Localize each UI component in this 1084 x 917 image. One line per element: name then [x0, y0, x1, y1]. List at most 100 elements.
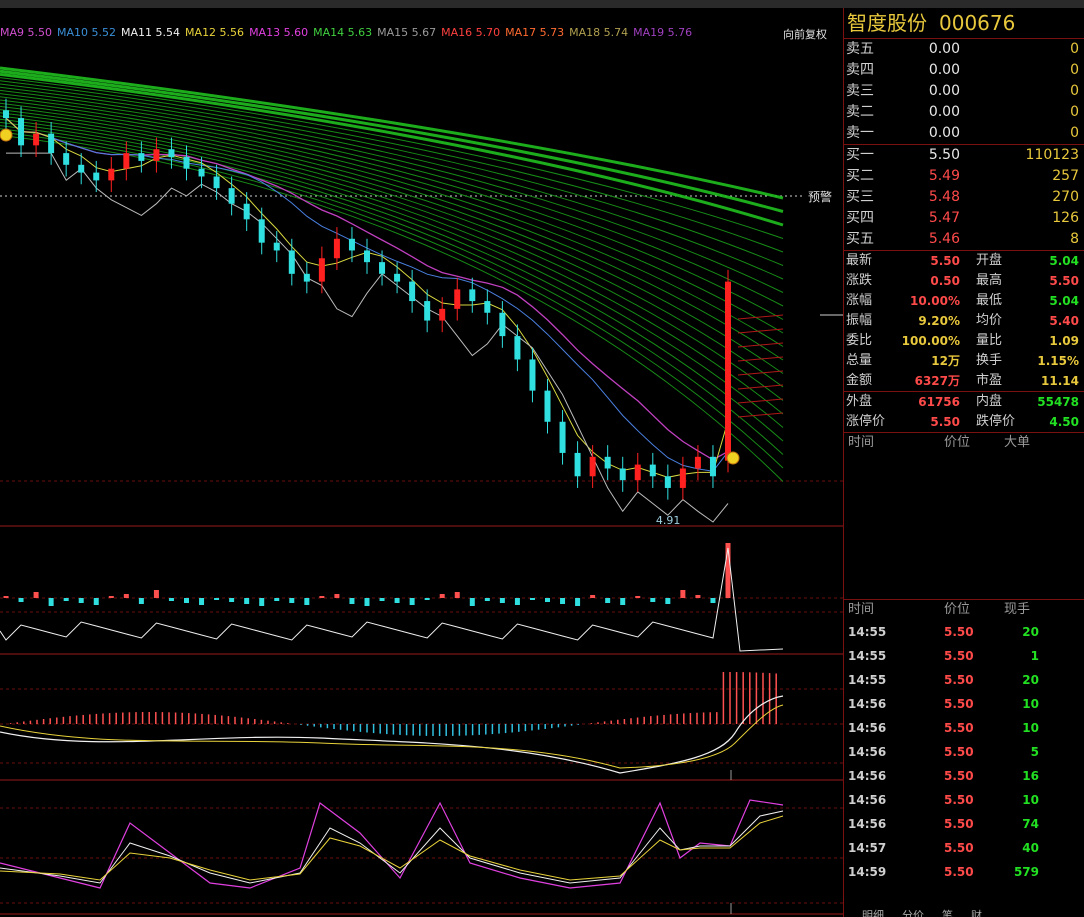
stat-value: 11.14 [1041, 374, 1079, 388]
volume-bar [229, 598, 235, 602]
candle-body [303, 273, 310, 282]
candle-body [228, 188, 235, 204]
ma-legend-item: MA11 5.54 [121, 26, 181, 39]
big-orders-list [844, 453, 1084, 599]
chart-area[interactable]: 预警 4.91 MA9 5.50 MA10 5.52 MA11 5.54 MA12 5.… [0, 8, 843, 917]
order-book-row[interactable]: 卖五 0.00 0 [844, 39, 1084, 60]
stat-value: 100.00% [901, 334, 960, 348]
candle-body [514, 336, 521, 360]
tick-volume: 16 [1022, 769, 1039, 783]
volume-bar [153, 590, 159, 598]
volume-bar [259, 598, 265, 606]
candle-body [424, 301, 431, 321]
order-price: 5.50 [928, 147, 960, 163]
bottom-tab[interactable]: 明细 [862, 909, 884, 917]
stat-value: 6327万 [914, 374, 960, 388]
order-volume: 8 [1070, 231, 1079, 247]
stat-label: 开盘 [976, 253, 1003, 268]
order-book-row[interactable]: 卖一 0.00 0 [844, 123, 1084, 144]
volume-bar [33, 592, 39, 598]
order-price: 0.00 [928, 104, 960, 120]
macd-dif-line [0, 695, 784, 774]
bottom-tab[interactable]: 分价 [902, 909, 924, 917]
candle-body [273, 242, 280, 251]
stat-value: 9.20% [918, 314, 960, 328]
order-book-row[interactable]: 买四 5.47 126 [844, 208, 1084, 229]
stat-label: 委比 [846, 333, 873, 348]
order-book-row[interactable]: 买二 5.49 257 [844, 166, 1084, 187]
candle-body [379, 262, 386, 274]
candle-body [529, 359, 536, 391]
ticks-header: 时间 价位 现手 [848, 602, 1031, 617]
stock-name: 智度股份 [847, 11, 927, 35]
candle-body [48, 133, 55, 154]
tick-row: 14:56 5.50 16 [844, 764, 1084, 788]
order-level-label: 买二 [846, 168, 874, 184]
candle-body [604, 456, 611, 469]
ma-ribbon-line [0, 77, 784, 239]
volume-bar [214, 598, 220, 600]
candle-body [153, 149, 160, 161]
candle-body [364, 250, 370, 263]
ma-legend-item: MA19 5.76 [633, 26, 693, 39]
ticks-list: 14:55 5.50 20 14:55 5.50 1 14:55 5.50 20 14:56 5.5… [844, 620, 1084, 884]
bottom-tabs[interactable]: 明细 分价 笔 财 [844, 907, 1084, 917]
stat-value: 5.50 [1049, 274, 1079, 288]
tick-time: 14:56 [848, 721, 887, 735]
volume-bar [304, 598, 310, 605]
volume-bar [274, 598, 280, 601]
kdj-j-line [0, 799, 784, 889]
tick-volume: 579 [1013, 865, 1039, 879]
stat-value: 1.09 [1049, 334, 1079, 348]
candle-body [725, 281, 731, 461]
ma-legend-item: MA12 5.56 [185, 26, 245, 39]
order-price: 0.00 [928, 62, 960, 78]
ma-ribbon-line [737, 384, 784, 390]
candle-body [634, 464, 641, 481]
candle-body [619, 468, 626, 481]
ma-ribbon-line [737, 314, 784, 320]
tick-row: 14:57 5.50 40 [844, 836, 1084, 860]
quote-panel: 智度股份 000676 卖五 0.00 0 卖四 0.00 0 卖三 0.00 0 卖二 0.00 0 卖… [843, 8, 1084, 917]
candle-body [333, 238, 340, 259]
volume-bar [605, 598, 611, 603]
low-price-label: 4.91 [656, 514, 681, 527]
bottom-tab[interactable]: 笔 [942, 909, 953, 917]
candle-body [183, 157, 190, 169]
order-book-row[interactable]: 卖四 0.00 0 [844, 60, 1084, 81]
order-price: 5.49 [928, 168, 960, 184]
tick-time: 14:55 [848, 673, 887, 687]
stock-header: 智度股份 000676 [844, 8, 1084, 39]
volume-bar [650, 598, 656, 602]
candle-body [544, 390, 551, 422]
candle-body [288, 250, 295, 274]
order-level-label: 卖一 [846, 125, 874, 141]
ma-ribbon-line [737, 412, 784, 418]
ma-legend-item: MA18 5.74 [569, 26, 629, 39]
stat-label: 外盘 [846, 394, 873, 409]
ma-legend-item: MA9 5.50 [0, 26, 53, 39]
volume-bar [439, 594, 445, 598]
tick-volume: 10 [1022, 697, 1039, 711]
stat-row: 振幅 9.20% 均价 5.40 [844, 311, 1084, 331]
order-book-row[interactable]: 买一 5.50 110123 [844, 145, 1084, 166]
order-price: 5.46 [928, 231, 960, 247]
adjust-mode-label[interactable]: 向前复权 [783, 26, 827, 42]
stat-label: 总量 [846, 353, 873, 368]
smiley-icon [0, 128, 13, 142]
candle-body [123, 153, 130, 169]
order-volume: 270 [1052, 189, 1079, 205]
order-book-row[interactable]: 买五 5.46 8 [844, 229, 1084, 250]
ma-ribbon-line [737, 398, 784, 404]
tick-row: 14:56 5.50 74 [844, 812, 1084, 836]
order-book-row[interactable]: 卖三 0.00 0 [844, 81, 1084, 102]
tick-time: 14:56 [848, 697, 887, 711]
order-level-label: 买五 [846, 231, 874, 247]
ma-legend-item: MA14 5.63 [313, 26, 373, 39]
bottom-tab[interactable]: 财 [971, 909, 982, 917]
order-book-row[interactable]: 卖二 0.00 0 [844, 102, 1084, 123]
candle-body [694, 456, 701, 469]
kline-chart[interactable]: 预警 4.91 [0, 8, 843, 917]
stats-block: 最新 5.50 开盘 5.04 涨跌 0.50 最高 5.50 涨幅 10.00% 最低 5.04 振幅… [844, 251, 1084, 391]
order-book-row[interactable]: 买三 5.48 270 [844, 187, 1084, 208]
